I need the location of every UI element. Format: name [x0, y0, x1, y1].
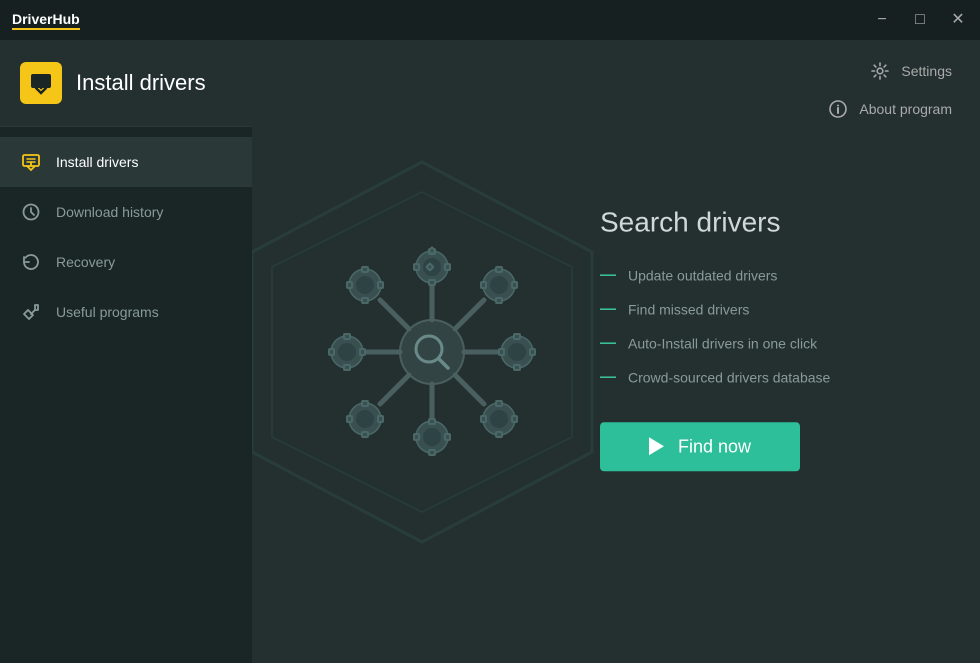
nav-label-install-drivers: Install drivers [56, 154, 138, 170]
sidebar: Install drivers Install drivers [0, 40, 252, 663]
feature-item-3: — Crowd-sourced drivers database [600, 368, 920, 386]
window-controls: − □ ✕ [872, 10, 968, 30]
sidebar-item-recovery[interactable]: Recovery [0, 237, 252, 287]
about-label: About program [859, 101, 952, 117]
feature-text-0: Update outdated drivers [628, 267, 777, 283]
nav-label-download-history: Download history [56, 204, 163, 220]
feature-dash-3: — [600, 368, 616, 386]
close-button[interactable]: ✕ [948, 10, 968, 30]
sidebar-nav: Install drivers Download history [0, 127, 252, 663]
sidebar-header: Install drivers [0, 40, 252, 127]
hex-bg [252, 142, 632, 562]
sidebar-logo-icon [20, 62, 62, 104]
main-content: Settings About program [252, 40, 980, 663]
app-name: DriverHub [12, 11, 80, 30]
right-panel: Search drivers — Update outdated drivers… [600, 206, 920, 471]
find-now-button[interactable]: Find now [600, 422, 800, 471]
feature-item-1: — Find missed drivers [600, 300, 920, 318]
app-logo: DriverHub [12, 11, 80, 30]
find-now-label: Find now [678, 436, 751, 457]
info-icon [827, 98, 849, 120]
settings-label: Settings [901, 63, 952, 79]
feature-dash-2: — [600, 334, 616, 352]
app-body: Install drivers Install drivers [0, 40, 980, 663]
sidebar-item-download-history[interactable]: Download history [0, 187, 252, 237]
driver-icon [20, 151, 42, 173]
tools-icon [20, 301, 42, 323]
titlebar: DriverHub − □ ✕ [0, 0, 980, 40]
clock-icon [20, 201, 42, 223]
sidebar-item-useful-programs[interactable]: Useful programs [0, 287, 252, 337]
feature-dash-0: — [600, 266, 616, 284]
sidebar-title: Install drivers [76, 70, 206, 96]
content-topbar: Settings About program [799, 40, 980, 140]
minimize-button[interactable]: − [872, 10, 892, 30]
maximize-button[interactable]: □ [910, 10, 930, 30]
feature-text-3: Crowd-sourced drivers database [628, 369, 830, 385]
nav-label-recovery: Recovery [56, 254, 115, 270]
about-button[interactable]: About program [827, 94, 952, 124]
sidebar-item-install-drivers[interactable]: Install drivers [0, 137, 252, 187]
feature-item-2: — Auto-Install drivers in one click [600, 334, 920, 352]
feature-text-2: Auto-Install drivers in one click [628, 335, 817, 351]
nav-label-useful-programs: Useful programs [56, 304, 159, 320]
play-icon [649, 437, 664, 455]
feature-item-0: — Update outdated drivers [600, 266, 920, 284]
graphic-area [272, 172, 592, 532]
search-title: Search drivers [600, 206, 920, 238]
feature-list: — Update outdated drivers — Find missed … [600, 266, 920, 386]
settings-button[interactable]: Settings [869, 56, 952, 86]
settings-icon [869, 60, 891, 82]
recovery-icon [20, 251, 42, 273]
feature-dash-1: — [600, 300, 616, 318]
feature-text-1: Find missed drivers [628, 301, 749, 317]
